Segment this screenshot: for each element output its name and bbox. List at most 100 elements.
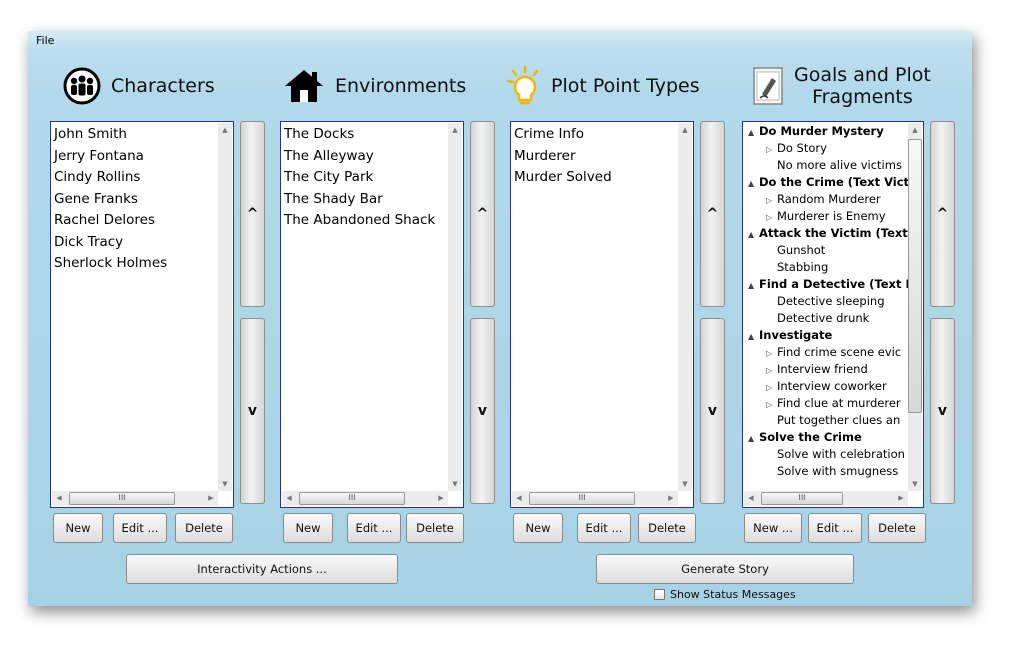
menu-file[interactable]: File	[36, 34, 54, 47]
edit-plot-point-button[interactable]: Edit ...	[577, 513, 631, 543]
scroll-left-icon[interactable]: ◀	[282, 491, 296, 506]
tree-item[interactable]: Put together clues an	[746, 412, 923, 429]
vertical-scrollbar[interactable]: ▲ ▼	[218, 123, 232, 491]
list-item[interactable]: Sherlock Holmes	[51, 253, 233, 275]
scroll-left-icon[interactable]: ◀	[744, 491, 758, 506]
list-item[interactable]: The City Park	[281, 167, 463, 189]
tree-item[interactable]: ▷ Interview friend	[746, 361, 923, 378]
expand-triangle-icon[interactable]: ▲	[748, 430, 759, 447]
environments-list[interactable]: The Docks The Alleyway The City Park The…	[280, 121, 464, 508]
scroll-down-icon[interactable]: ▼	[218, 477, 232, 491]
vertical-scrollbar[interactable]: ▲ ▼	[678, 123, 692, 491]
move-down-button[interactable]: v	[470, 318, 495, 504]
list-item[interactable]: Murder Solved	[511, 167, 693, 189]
tree-item[interactable]: ▷ Find crime scene evic	[746, 344, 923, 361]
tree-item[interactable]: Solve with celebration	[746, 446, 923, 463]
edit-character-button[interactable]: Edit ...	[113, 513, 167, 543]
scroll-thumb[interactable]: III	[299, 492, 405, 505]
list-item[interactable]: The Alleyway	[281, 146, 463, 168]
collapsed-triangle-icon[interactable]: ▷	[766, 362, 777, 379]
scroll-left-icon[interactable]: ◀	[512, 491, 526, 506]
tree-item[interactable]: ▷ Murderer is Enemy	[746, 208, 923, 225]
scroll-up-icon[interactable]: ▲	[218, 123, 232, 137]
tree-item[interactable]: ▷ Find clue at murderer	[746, 395, 923, 412]
list-item[interactable]: Rachel Delores	[51, 210, 233, 232]
horizontal-scrollbar[interactable]: ◀ III ▶	[52, 491, 218, 506]
scroll-thumb[interactable]: III	[761, 492, 843, 505]
tree-item[interactable]: Solve with smugness	[746, 463, 923, 480]
edit-goal-button[interactable]: Edit ...	[808, 513, 862, 543]
edit-environment-button[interactable]: Edit ...	[347, 513, 401, 543]
collapsed-triangle-icon[interactable]: ▷	[766, 209, 777, 226]
tree-item[interactable]: ▷ Random Murderer	[746, 191, 923, 208]
move-up-button[interactable]: ^	[240, 121, 265, 307]
tree-group[interactable]: ▲ Solve the Crime	[746, 429, 923, 446]
expand-triangle-icon[interactable]: ▲	[748, 124, 759, 141]
delete-environment-button[interactable]: Delete	[406, 513, 464, 543]
tree-item[interactable]: Stabbing	[746, 259, 923, 276]
list-item[interactable]: Dick Tracy	[51, 232, 233, 254]
list-item[interactable]: Jerry Fontana	[51, 146, 233, 168]
tree-group[interactable]: ▲ Find a Detective (Text D	[746, 276, 923, 293]
characters-list[interactable]: John Smith Jerry Fontana Cindy Rollins G…	[50, 121, 234, 508]
expand-triangle-icon[interactable]: ▲	[748, 328, 759, 345]
tree-item[interactable]: Detective sleeping	[746, 293, 923, 310]
expand-triangle-icon[interactable]: ▲	[748, 175, 759, 192]
list-item[interactable]: The Shady Bar	[281, 189, 463, 211]
tree-group[interactable]: ▲ Do the Crime (Text Victi	[746, 174, 923, 191]
list-item[interactable]: Crime Info	[511, 124, 693, 146]
horizontal-scrollbar[interactable]: ◀ III ▶	[512, 491, 678, 506]
list-item[interactable]: Cindy Rollins	[51, 167, 233, 189]
expand-triangle-icon[interactable]: ▲	[748, 226, 759, 243]
tree-group[interactable]: ▲ Do Murder Mystery	[746, 123, 923, 140]
scroll-up-icon[interactable]: ▲	[908, 123, 922, 137]
tree-group[interactable]: ▲ Investigate	[746, 327, 923, 344]
tree-item[interactable]: Gunshot	[746, 242, 923, 259]
new-plot-point-button[interactable]: New	[513, 513, 563, 543]
delete-character-button[interactable]: Delete	[175, 513, 233, 543]
scroll-right-icon[interactable]: ▶	[434, 491, 448, 506]
goals-tree[interactable]: ▲ Do Murder Mystery ▷ Do Story No more alive…	[742, 121, 924, 508]
collapsed-triangle-icon[interactable]: ▷	[766, 345, 777, 362]
move-down-button[interactable]: v	[240, 318, 265, 504]
expand-triangle-icon[interactable]: ▲	[748, 277, 759, 294]
collapsed-triangle-icon[interactable]: ▷	[766, 396, 777, 413]
generate-story-button[interactable]: Generate Story	[596, 554, 854, 584]
tree-item[interactable]: No more alive victims	[746, 157, 923, 174]
interactivity-actions-button[interactable]: Interactivity Actions ...	[126, 554, 398, 584]
vertical-scrollbar[interactable]: ▲ ▼	[448, 123, 462, 491]
tree-item[interactable]: ▷ Interview coworker	[746, 378, 923, 395]
new-character-button[interactable]: New	[53, 513, 103, 543]
new-goal-button[interactable]: New ...	[744, 513, 802, 543]
list-item[interactable]: The Docks	[281, 124, 463, 146]
collapsed-triangle-icon[interactable]: ▷	[766, 141, 777, 158]
scroll-up-icon[interactable]: ▲	[678, 123, 692, 137]
scroll-right-icon[interactable]: ▶	[894, 491, 908, 506]
list-item[interactable]: The Abandoned Shack	[281, 210, 463, 232]
scroll-down-icon[interactable]: ▼	[908, 477, 922, 491]
scroll-left-icon[interactable]: ◀	[52, 491, 66, 506]
scroll-right-icon[interactable]: ▶	[204, 491, 218, 506]
list-item[interactable]: John Smith	[51, 124, 233, 146]
new-environment-button[interactable]: New	[283, 513, 333, 543]
collapsed-triangle-icon[interactable]: ▷	[766, 379, 777, 396]
scroll-thumb[interactable]: III	[69, 492, 175, 505]
move-up-button[interactable]: ^	[700, 121, 725, 307]
list-item[interactable]: Murderer	[511, 146, 693, 168]
status-checkbox-row[interactable]: Show Status Messages	[654, 588, 796, 601]
tree-group[interactable]: ▲ Attack the Victim (Text	[746, 225, 923, 242]
collapsed-triangle-icon[interactable]: ▷	[766, 192, 777, 209]
horizontal-scrollbar[interactable]: ◀ III ▶	[744, 491, 908, 506]
scroll-right-icon[interactable]: ▶	[664, 491, 678, 506]
tree-item[interactable]: ▷ Do Story	[746, 140, 923, 157]
scroll-down-icon[interactable]: ▼	[678, 477, 692, 491]
move-up-button[interactable]: ^	[930, 121, 955, 307]
delete-plot-point-button[interactable]: Delete	[638, 513, 696, 543]
tree-item[interactable]: Detective drunk	[746, 310, 923, 327]
plot-point-types-list[interactable]: Crime Info Murderer Murder Solved ▲ ▼ ◀ …	[510, 121, 694, 508]
move-up-button[interactable]: ^	[470, 121, 495, 307]
delete-goal-button[interactable]: Delete	[868, 513, 926, 543]
list-item[interactable]: Gene Franks	[51, 189, 233, 211]
move-down-button[interactable]: v	[930, 318, 955, 504]
scroll-thumb[interactable]: III	[529, 492, 635, 505]
